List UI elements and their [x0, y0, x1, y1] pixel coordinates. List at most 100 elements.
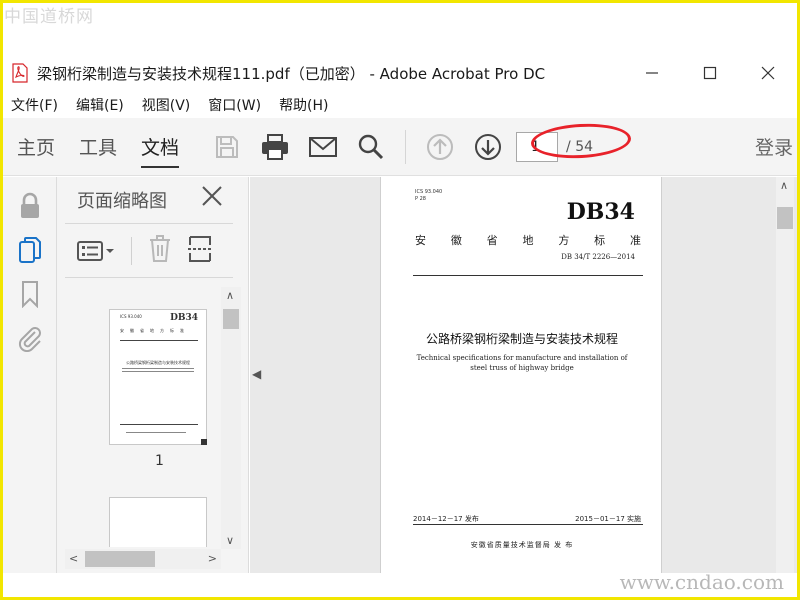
- page-up-icon: [427, 133, 454, 160]
- menu-view[interactable]: 视图(V): [142, 95, 191, 115]
- page-thumbnails-button[interactable]: [15, 235, 45, 265]
- attachment-icon: [18, 327, 41, 352]
- tools-separator: [131, 237, 132, 265]
- pdf-file-icon: [12, 63, 28, 83]
- ics-code: ICS 93.040 P 28: [415, 189, 442, 203]
- document-title-en: Technical specifications for manufacture…: [416, 354, 628, 372]
- thumb-rule: [120, 424, 198, 425]
- province-char: 地: [522, 234, 534, 247]
- province-char: 安: [415, 234, 426, 247]
- classification-line: P 28: [415, 196, 426, 202]
- toolbar-separator: [405, 129, 407, 164]
- scroll-up-icon[interactable]: ∧: [780, 179, 788, 192]
- attachments-button[interactable]: [15, 323, 45, 353]
- thumb-ics: ICS 93.040: [120, 314, 142, 319]
- issue-date: 2014－12－17 发布: [413, 515, 479, 523]
- thumbnail-panel: 页面缩略图 ICS 93.040 DB34 安徽省地方标准 公路桥梁钢桁梁制造与…: [57, 177, 249, 573]
- tab-tools[interactable]: 工具: [79, 118, 117, 176]
- panel-tools: [77, 233, 212, 269]
- previous-page-button[interactable]: [422, 129, 458, 165]
- province-char: 方: [558, 234, 570, 247]
- thumb-rule: [120, 340, 198, 341]
- document-view: ◀ ICS 93.040 P 28 DB34 安 徽 省 地 方 标 准 DB …: [250, 177, 797, 573]
- page-thumbnail-2[interactable]: [109, 497, 207, 547]
- watermark-bottom: www.cndao.com: [619, 570, 784, 594]
- navigation-rail: [3, 177, 57, 573]
- scroll-right-icon[interactable]: >: [208, 552, 217, 565]
- province-char: 徽: [450, 234, 462, 247]
- panel-close-button[interactable]: [201, 185, 223, 212]
- menu-window[interactable]: 窗口(W): [208, 95, 261, 115]
- window-title: 梁钢桁梁制造与安装技术规程111.pdf（已加密） - Adobe Acroba…: [37, 64, 546, 83]
- save-icon: [216, 135, 239, 158]
- options-menu-button[interactable]: [77, 240, 115, 262]
- scroll-thumb[interactable]: [223, 309, 239, 329]
- province-standard-label: 安 徽 省 地 方 标 准: [415, 232, 641, 248]
- email-button[interactable]: [305, 129, 341, 165]
- pages-icon: [19, 237, 41, 263]
- scroll-thumb[interactable]: [85, 551, 155, 567]
- province-char: 标: [594, 234, 606, 247]
- document-title-cn: 公路桥梁钢桁梁制造与安装技术规程: [425, 332, 618, 346]
- bookmarks-button[interactable]: [15, 279, 45, 309]
- toolbar: 主页 工具 文档 1 / 54 登录: [3, 118, 797, 176]
- thumb-province-line: 安徽省地方标准: [120, 328, 190, 333]
- print-button[interactable]: [257, 129, 293, 165]
- document-vertical-scrollbar[interactable]: ∧: [776, 177, 794, 573]
- thumbnail-label: 1: [155, 453, 164, 469]
- bookmark-icon: [22, 281, 38, 308]
- thumb-corner-marker: [201, 439, 207, 445]
- window-controls: [623, 56, 797, 90]
- page-down-icon: [475, 133, 502, 160]
- next-page-button[interactable]: [470, 129, 506, 165]
- highlight-annotation-oval: [530, 121, 632, 161]
- email-icon: [309, 136, 338, 157]
- thumbnail-vertical-scrollbar[interactable]: ∧ ∨: [221, 287, 241, 549]
- thumbnail-horizontal-scrollbar[interactable]: < >: [65, 549, 221, 569]
- minimize-icon: [646, 72, 658, 74]
- close-button[interactable]: [739, 56, 797, 90]
- scroll-down-icon[interactable]: ∨: [226, 534, 234, 547]
- save-button[interactable]: [209, 129, 245, 165]
- thumb-en-line: [122, 368, 194, 369]
- scroll-thumb[interactable]: [777, 207, 793, 229]
- collapse-panel-icon[interactable]: ◀: [252, 367, 261, 381]
- standard-code: DB34: [566, 199, 635, 225]
- thumb-title: 公路桥梁钢桁梁制造与安装技术规程: [126, 360, 190, 365]
- maximize-icon: [703, 66, 717, 80]
- print-icon: [262, 133, 289, 160]
- crop-pages-button[interactable]: [188, 235, 212, 267]
- tab-document[interactable]: 文档: [141, 118, 180, 176]
- menu-help[interactable]: 帮助(H): [279, 95, 328, 115]
- maximize-button[interactable]: [681, 56, 739, 90]
- options-icon: [77, 241, 103, 261]
- scroll-up-icon[interactable]: ∧: [226, 289, 234, 302]
- effective-date: 2015－01－17 实施: [575, 515, 641, 523]
- delete-page-button[interactable]: [148, 235, 172, 267]
- chevron-down-icon: [106, 249, 114, 253]
- thumb-en-line: [122, 371, 194, 372]
- header-rule: [413, 275, 643, 276]
- ics-line: ICS 93.040: [415, 189, 443, 195]
- tab-home[interactable]: 主页: [17, 118, 55, 176]
- panel-divider: [65, 277, 233, 278]
- document-page: ICS 93.040 P 28 DB34 安 徽 省 地 方 标 准 DB 34…: [380, 177, 662, 573]
- province-char: 准: [629, 234, 641, 247]
- crop-icon: [188, 236, 212, 262]
- menu-file[interactable]: 文件(F): [11, 95, 58, 115]
- panel-divider: [65, 223, 233, 224]
- thumb-standard: DB34: [170, 313, 198, 323]
- security-button[interactable]: [15, 191, 45, 221]
- panel-title: 页面缩略图: [77, 191, 167, 212]
- document-number: DB 34/T 2226—2014: [561, 253, 635, 261]
- close-icon: [761, 66, 775, 80]
- menu-edit[interactable]: 编辑(E): [76, 95, 124, 115]
- page-thumbnail-1[interactable]: ICS 93.040 DB34 安徽省地方标准 公路桥梁钢桁梁制造与安装技术规程: [109, 309, 207, 445]
- menu-bar: 文件(F) 编辑(E) 视图(V) 窗口(W) 帮助(H): [3, 92, 797, 118]
- thumb-issuer-line: [126, 432, 186, 433]
- search-button[interactable]: [353, 129, 389, 165]
- scroll-left-icon[interactable]: <: [69, 552, 78, 565]
- login-button[interactable]: 登录: [755, 133, 793, 160]
- minimize-button[interactable]: [623, 56, 681, 90]
- thumbnail-list: ICS 93.040 DB34 安徽省地方标准 公路桥梁钢桁梁制造与安装技术规程…: [65, 287, 219, 547]
